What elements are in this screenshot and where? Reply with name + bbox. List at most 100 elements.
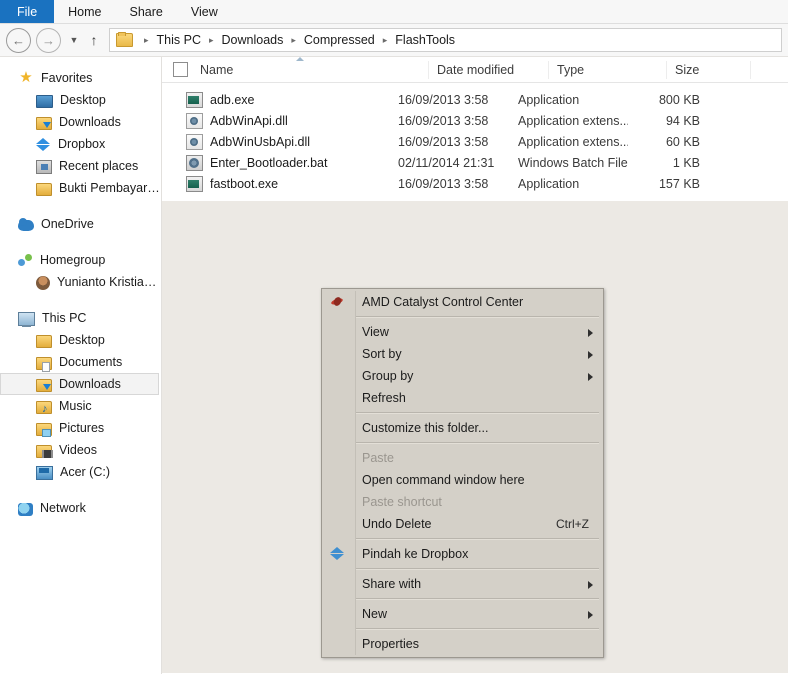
chevron-right-icon — [588, 611, 593, 619]
sidebar-label: Pictures — [59, 421, 105, 435]
column-header-spare[interactable] — [750, 60, 786, 79]
menu-item-paste: Paste — [322, 447, 603, 469]
menu-item-label: Group by — [362, 369, 414, 383]
select-all-checkbox[interactable] — [173, 62, 188, 77]
sidebar-item-recent-places[interactable]: Recent places — [0, 155, 161, 177]
menu-item-gutter — [322, 321, 356, 343]
this-pc-icon — [18, 312, 35, 327]
column-header-type[interactable]: Type — [548, 60, 666, 79]
sidebar-group-onedrive[interactable]: OneDrive — [0, 213, 161, 235]
onedrive-cloud-icon — [18, 218, 34, 231]
user-avatar-icon — [36, 275, 50, 290]
sidebar-group-network[interactable]: Network — [0, 497, 161, 519]
sidebar-label: Documents — [59, 355, 123, 369]
table-row[interactable]: AdbWinUsbApi.dll 16/09/2013 3:58 Applica… — [162, 131, 788, 152]
file-size-cell: 157 KB — [658, 176, 700, 191]
sidebar-item-pictures[interactable]: Pictures — [0, 417, 161, 439]
breadcrumb-separator-2[interactable]: ▸ — [285, 35, 302, 46]
file-type-cell: Application — [518, 92, 580, 107]
column-header-label: Date modified — [437, 62, 515, 77]
menu-item-gutter — [322, 447, 356, 469]
sidebar-label: Downloads — [59, 115, 121, 129]
navigation-bar: ← → ▼ ↑ ▸ This PC ▸ Downloads ▸ Compress… — [0, 24, 788, 57]
menu-item-new[interactable]: New — [322, 603, 603, 625]
music-folder-icon — [36, 401, 52, 415]
chevron-right-icon — [588, 329, 593, 337]
menu-item-pindah-ke-dropbox[interactable]: Pindah ke Dropbox — [322, 543, 603, 565]
sidebar-item-music[interactable]: Music — [0, 395, 161, 417]
menu-item-open-command-window-here[interactable]: Open command window here — [322, 469, 603, 491]
menu-item-group-by[interactable]: Group by — [322, 365, 603, 387]
breadcrumb-this-pc[interactable]: This PC — [155, 33, 203, 47]
file-size-cell: 800 KB — [658, 92, 700, 107]
menu-separator — [356, 568, 599, 570]
navigation-pane: ★ Favorites Desktop Downloads Dropbox Re… — [0, 57, 162, 674]
table-row[interactable]: adb.exe 16/09/2013 3:58 Application 800 … — [162, 89, 788, 110]
back-arrow-icon[interactable]: ← — [6, 27, 31, 53]
table-row[interactable]: fastboot.exe 16/09/2013 3:58 Application… — [162, 173, 788, 194]
homegroup-icon — [18, 253, 33, 268]
up-arrow-icon[interactable]: ↑ — [85, 32, 103, 48]
sidebar-label: Music — [59, 399, 92, 413]
chevron-down-icon[interactable]: ▼ — [66, 35, 82, 45]
tab-share[interactable]: Share — [116, 0, 177, 23]
breadcrumb-separator-0[interactable]: ▸ — [138, 35, 155, 46]
menu-item-view[interactable]: View — [322, 321, 603, 343]
table-row[interactable]: AdbWinApi.dll 16/09/2013 3:58 Applicatio… — [162, 110, 788, 131]
hard-drive-icon — [36, 466, 53, 480]
menu-item-undo-delete[interactable]: Undo Delete Ctrl+Z — [322, 513, 603, 535]
sidebar-item-desktop[interactable]: Desktop — [0, 89, 161, 111]
dll-file-icon — [186, 133, 203, 150]
breadcrumb-flashtools[interactable]: FlashTools — [393, 33, 457, 47]
column-header-name[interactable]: Name — [200, 61, 428, 79]
table-row[interactable]: Enter_Bootloader.bat 02/11/2014 21:31 Wi… — [162, 152, 788, 173]
sidebar-item-documents[interactable]: Documents — [0, 351, 161, 373]
menu-item-share-with[interactable]: Share with — [322, 573, 603, 595]
file-name-label: AdbWinUsbApi.dll — [210, 134, 311, 149]
menu-item-sort-by[interactable]: Sort by — [322, 343, 603, 365]
breadcrumb-separator-1[interactable]: ▸ — [203, 35, 220, 46]
file-name-label: adb.exe — [210, 92, 255, 107]
column-header-date-modified[interactable]: Date modified — [428, 60, 548, 79]
sidebar-item-videos[interactable]: Videos — [0, 439, 161, 461]
sidebar-item-yunianto-kristiawan[interactable]: Yunianto Kristiawan — [0, 271, 161, 293]
sidebar-group-homegroup[interactable]: Homegroup — [0, 249, 161, 271]
dropbox-icon — [36, 137, 51, 152]
file-type-cell: Windows Batch File — [518, 155, 628, 170]
menu-item-refresh[interactable]: Refresh — [322, 387, 603, 409]
menu-item-gutter — [322, 387, 356, 409]
menu-item-amd-catalyst-control-center[interactable]: AMD Catalyst Control Center — [322, 291, 603, 313]
menu-item-gutter — [322, 417, 356, 439]
sidebar-label: Desktop — [59, 333, 105, 347]
menu-item-label: Open command window here — [362, 473, 525, 487]
tab-home[interactable]: Home — [54, 0, 115, 23]
file-type-cell: Application extens... — [518, 113, 628, 128]
address-bar[interactable]: ▸ This PC ▸ Downloads ▸ Compressed ▸ Fla… — [109, 28, 782, 52]
forward-arrow-icon[interactable]: → — [36, 27, 61, 53]
breadcrumb-compressed[interactable]: Compressed — [302, 33, 377, 47]
file-date-cell: 16/09/2013 3:58 — [398, 134, 489, 149]
sidebar-item-downloads-fav[interactable]: Downloads — [0, 111, 161, 133]
sidebar-item-downloads[interactable]: Downloads — [0, 373, 159, 395]
sidebar-group-favorites[interactable]: ★ Favorites — [0, 67, 161, 89]
menu-item-properties[interactable]: Properties — [322, 633, 603, 655]
ribbon-tab-bar: File Home Share View — [0, 0, 788, 24]
sidebar-item-bukti-pembayaran[interactable]: Bukti Pembayaran — [0, 177, 161, 199]
sidebar-item-desktop-pc[interactable]: Desktop — [0, 329, 161, 351]
breadcrumb-downloads[interactable]: Downloads — [220, 33, 286, 47]
tab-view[interactable]: View — [177, 0, 232, 23]
sidebar-item-dropbox[interactable]: Dropbox — [0, 133, 161, 155]
breadcrumb-separator-3[interactable]: ▸ — [377, 35, 394, 46]
menu-item-label: AMD Catalyst Control Center — [362, 295, 524, 309]
sidebar-item-acer-c[interactable]: Acer (C:) — [0, 461, 161, 483]
column-header-size[interactable]: Size — [666, 60, 750, 79]
tab-file[interactable]: File — [0, 0, 55, 23]
sidebar-group-this-pc[interactable]: This PC — [0, 307, 161, 329]
menu-item-label: Sort by — [362, 347, 402, 361]
menu-separator — [356, 598, 599, 600]
menu-item-customize-this-folder[interactable]: Customize this folder... — [322, 417, 603, 439]
